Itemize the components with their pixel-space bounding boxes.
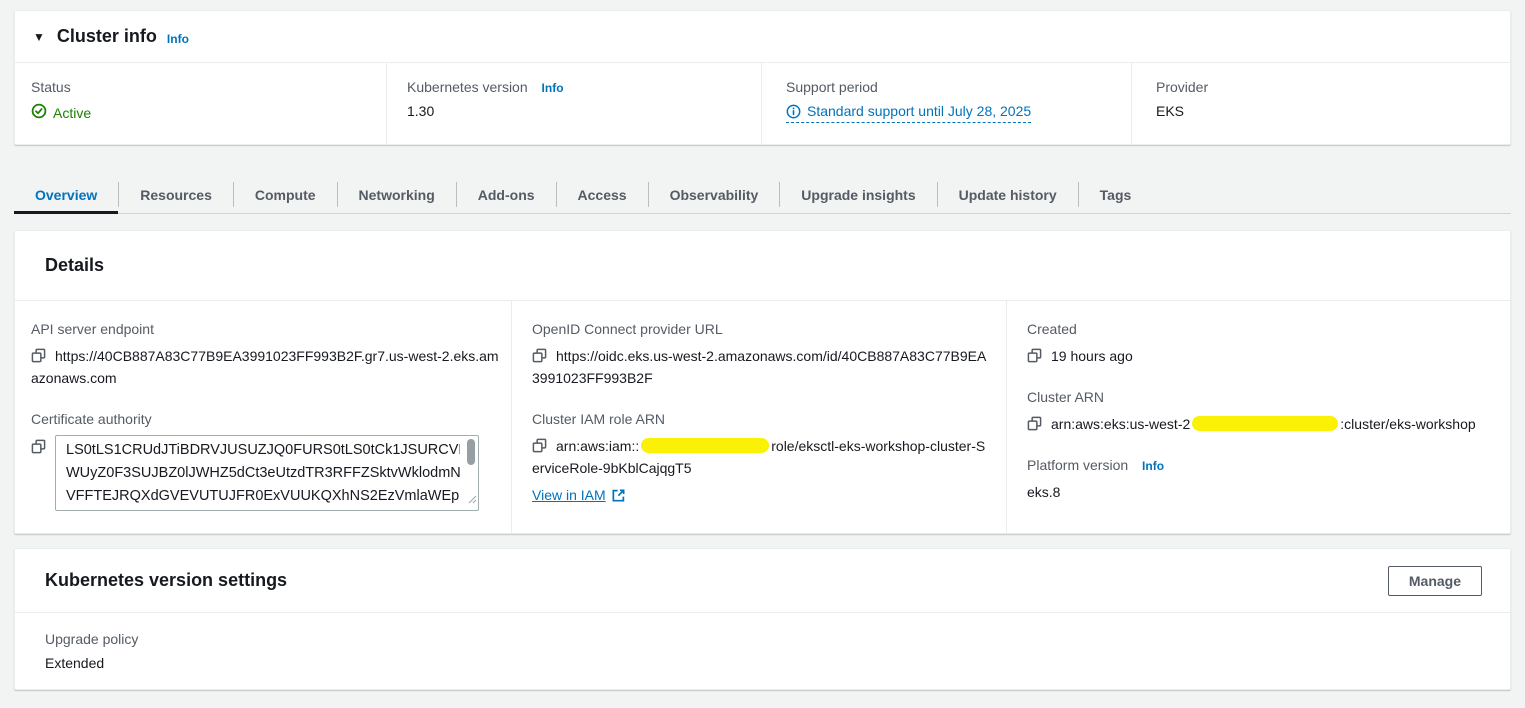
info-circle-icon xyxy=(786,104,801,119)
kubernetes-version-info-link[interactable]: Info xyxy=(542,81,564,95)
created-field: Created 19 hours ago xyxy=(1027,321,1490,367)
platform-version-info-link[interactable]: Info xyxy=(1142,459,1164,473)
status-check-icon xyxy=(31,103,47,122)
details-panel: Details API server endpoint https://40CB… xyxy=(14,230,1511,534)
cluster-arn-field: Cluster ARN arn:aws:eks:us-west-2 :cluste… xyxy=(1027,389,1490,435)
platform-version-label: Platform version xyxy=(1027,457,1128,473)
kubernetes-version-label: Kubernetes version xyxy=(407,79,528,95)
kubernetes-version-value: 1.30 xyxy=(407,103,761,119)
created-label: Created xyxy=(1027,321,1490,337)
manage-button[interactable]: Manage xyxy=(1388,566,1482,596)
cluster-info-fields: Status Active Kubernetes version Info 1.… xyxy=(15,63,1510,145)
cluster-iam-role-arn-label: Cluster IAM role ARN xyxy=(532,411,988,427)
details-title: Details xyxy=(45,255,104,276)
details-col-left: API server endpoint https://40CB887A83C7… xyxy=(15,301,511,533)
created-value: 19 hours ago xyxy=(1051,348,1133,364)
tab-resources[interactable]: Resources xyxy=(119,176,233,213)
details-header: Details xyxy=(15,231,1510,301)
platform-version-field: Platform version Info eks.8 xyxy=(1027,457,1490,503)
provider-label: Provider xyxy=(1156,79,1510,95)
kubernetes-version-settings-header: Kubernetes version settings Manage xyxy=(15,549,1510,613)
kubernetes-version-settings-title: Kubernetes version settings xyxy=(45,570,1388,591)
external-link-icon xyxy=(611,488,626,503)
support-period-field: Support period Standard support until Ju… xyxy=(761,63,1131,145)
cluster-info-info-link[interactable]: Info xyxy=(167,32,189,46)
tab-networking[interactable]: Networking xyxy=(338,176,456,213)
tab-tags[interactable]: Tags xyxy=(1079,176,1153,213)
eks-cluster-page: ▼ Cluster info Info Status Active Kubern… xyxy=(0,0,1525,708)
api-server-endpoint-field: API server endpoint https://40CB887A83C7… xyxy=(31,321,499,389)
copy-icon[interactable] xyxy=(532,438,547,453)
redacted-account-id xyxy=(641,438,769,453)
iam-arn-prefix: arn:aws:iam:: xyxy=(556,438,639,454)
collapse-caret-icon[interactable]: ▼ xyxy=(33,30,45,44)
support-period-label: Support period xyxy=(786,79,1131,95)
copy-icon[interactable] xyxy=(1027,416,1042,431)
tab-add-ons[interactable]: Add-ons xyxy=(457,176,556,213)
certificate-authority-field: Certificate authority LS0tLS1CRUdJTiBDRV… xyxy=(31,411,499,511)
status-label: Status xyxy=(31,79,386,95)
tab-overview[interactable]: Overview xyxy=(14,176,118,213)
tab-observability[interactable]: Observability xyxy=(649,176,780,213)
copy-icon[interactable] xyxy=(31,439,46,454)
oidc-url-field: OpenID Connect provider URL https://oidc… xyxy=(532,321,988,389)
view-in-iam-link[interactable]: View in IAM xyxy=(532,487,626,503)
details-fields: API server endpoint https://40CB887A83C7… xyxy=(15,301,1510,533)
copy-icon[interactable] xyxy=(1027,348,1042,363)
cluster-info-title: Cluster info xyxy=(57,26,157,47)
textarea-resize-grip[interactable] xyxy=(468,491,477,509)
oidc-url-label: OpenID Connect provider URL xyxy=(532,321,988,337)
cluster-arn-prefix: arn:aws:eks:us-west-2 xyxy=(1051,416,1190,432)
api-server-endpoint-value: https://40CB887A83C77B9EA3991023FF993B2F… xyxy=(31,348,499,386)
upgrade-policy-label: Upgrade policy xyxy=(45,631,1510,647)
tab-access[interactable]: Access xyxy=(557,176,648,213)
kubernetes-version-field: Kubernetes version Info 1.30 xyxy=(386,63,761,145)
details-col-right: Created 19 hours ago Cluster ARN arn:aws… xyxy=(1006,301,1510,533)
tab-compute[interactable]: Compute xyxy=(234,176,337,213)
support-period-link[interactable]: Standard support until July 28, 2025 xyxy=(786,103,1031,123)
platform-version-value: eks.8 xyxy=(1027,481,1490,503)
status-value: Active xyxy=(53,105,91,121)
tab-update-history[interactable]: Update history xyxy=(938,176,1078,213)
details-col-middle: OpenID Connect provider URL https://oidc… xyxy=(511,301,1006,533)
kubernetes-version-settings-panel: Kubernetes version settings Manage Upgra… xyxy=(14,548,1511,690)
tab-upgrade-insights[interactable]: Upgrade insights xyxy=(780,176,936,213)
certificate-authority-textarea[interactable]: LS0tLS1CRUdJTiBDRVJUSUZJQ0FURS0tLS0tCk1J… xyxy=(55,435,479,511)
cluster-arn-suffix: :cluster/eks-workshop xyxy=(1340,416,1475,432)
copy-icon[interactable] xyxy=(31,348,46,363)
certificate-authority-label: Certificate authority xyxy=(31,411,499,427)
cluster-info-header: ▼ Cluster info Info xyxy=(15,11,1510,63)
upgrade-policy-field: Upgrade policy Extended xyxy=(15,613,1510,671)
upgrade-policy-value: Extended xyxy=(45,655,1510,671)
provider-field: Provider EKS xyxy=(1131,63,1510,145)
api-server-endpoint-label: API server endpoint xyxy=(31,321,499,337)
cluster-iam-role-arn-field: Cluster IAM role ARN arn:aws:iam::role/e… xyxy=(532,411,988,505)
copy-icon[interactable] xyxy=(532,348,547,363)
oidc-url-value: https://oidc.eks.us-west-2.amazonaws.com… xyxy=(532,348,986,386)
redacted-account-id xyxy=(1192,416,1338,431)
provider-value: EKS xyxy=(1156,103,1510,119)
status-field: Status Active xyxy=(15,63,386,145)
textarea-scrollbar[interactable] xyxy=(467,439,475,465)
cluster-arn-label: Cluster ARN xyxy=(1027,389,1490,405)
cluster-info-panel: ▼ Cluster info Info Status Active Kubern… xyxy=(14,10,1511,145)
cluster-tabs: Overview Resources Compute Networking Ad… xyxy=(14,176,1511,214)
